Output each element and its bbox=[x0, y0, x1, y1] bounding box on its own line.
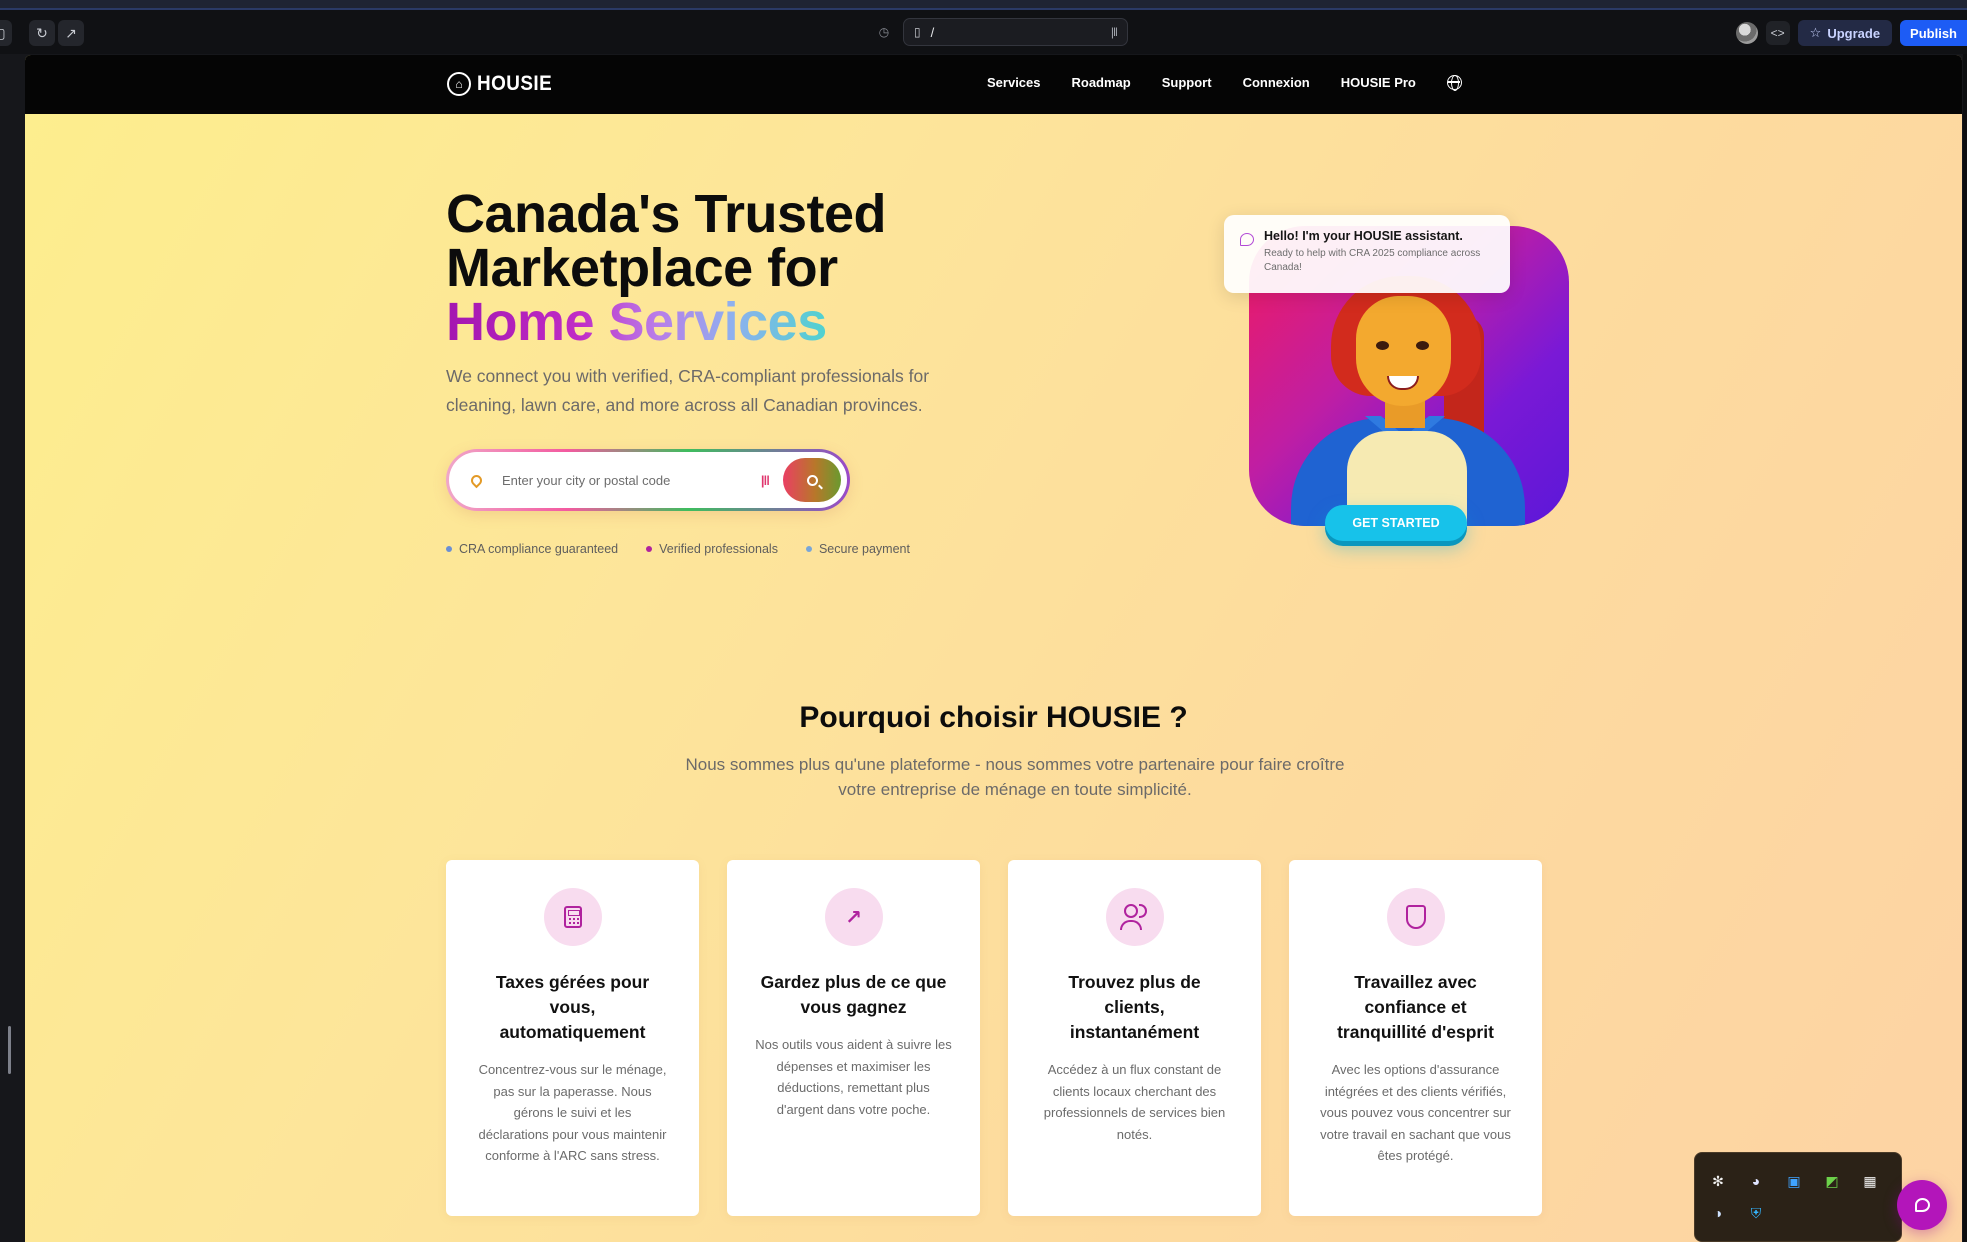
location-input[interactable] bbox=[502, 472, 761, 488]
editor-left-rail bbox=[0, 54, 24, 1242]
feature-card-clients: Trouvez plus de clients, instantanément … bbox=[1008, 860, 1261, 1216]
badge-label: Secure payment bbox=[818, 542, 910, 556]
chat-launcher-button[interactable] bbox=[1897, 1180, 1947, 1230]
user-avatar[interactable] bbox=[1735, 22, 1758, 44]
page-icon: ▯ bbox=[914, 25, 921, 39]
url-path: / bbox=[930, 24, 935, 40]
nav-support[interactable]: Support bbox=[1162, 75, 1212, 90]
search-button[interactable] bbox=[783, 458, 841, 502]
site-navbar: ⌂ HOUSIE Services Roadmap Support Connex… bbox=[25, 55, 1962, 114]
steam-icon[interactable]: ◑ bbox=[1709, 1204, 1727, 1222]
refresh-icon[interactable]: ↻ bbox=[29, 20, 55, 46]
hero-title-line1: Canada's Trusted bbox=[446, 184, 886, 244]
card-description: Avec les options d'assurance intégrées e… bbox=[1320, 1062, 1511, 1163]
trending-up-icon: ↗ bbox=[824, 888, 883, 946]
open-external-icon[interactable]: ↗ bbox=[58, 20, 84, 46]
assistant-title: Hello! I'm your HOUSIE assistant. bbox=[1264, 229, 1463, 243]
site-preview: ⌂ HOUSIE Services Roadmap Support Connex… bbox=[25, 55, 1962, 1242]
feature-card-confidence: Travaillez avec confiance et tranquillit… bbox=[1289, 860, 1542, 1216]
why-subtitle: Nous sommes plus qu'une plateforme - nou… bbox=[685, 755, 1345, 799]
card-title: Travaillez avec confiance et tranquillit… bbox=[1337, 972, 1494, 1042]
card-title: Taxes gérées pour vous, automatiquement bbox=[495, 972, 650, 1042]
split-view-icon[interactable]: |‖ bbox=[1111, 25, 1118, 39]
url-bar[interactable]: ▯ / |‖ bbox=[903, 18, 1128, 46]
app-window-icon[interactable]: ▣ bbox=[1785, 1172, 1803, 1190]
location-search: |‖ bbox=[446, 449, 850, 511]
card-description: Concentrez-vous sur le ménage, pas sur l… bbox=[478, 1062, 667, 1163]
nav-services[interactable]: Services bbox=[987, 75, 1041, 90]
card-title: Gardez plus de ce que vous gagnez bbox=[760, 972, 947, 1017]
assistant-message: Ready to help with CRA 2025 compliance a… bbox=[1264, 248, 1481, 273]
hero-title: Canada's Trusted Marketplace for Home Se… bbox=[446, 187, 966, 349]
url-area: ◷ ▯ / |‖ bbox=[875, 18, 1128, 46]
nav-roadmap[interactable]: Roadmap bbox=[1072, 75, 1131, 90]
badge-secure: Secure payment bbox=[805, 542, 910, 556]
globe-icon[interactable] bbox=[1446, 75, 1462, 91]
badge-verified: Verified professionals bbox=[646, 542, 778, 556]
upgrade-button[interactable]: ☆ Upgrade bbox=[1797, 20, 1893, 46]
card-title: Trouvez plus de clients, instantanément bbox=[1068, 972, 1201, 1042]
card-description: Accédez à un flux constant de clients lo… bbox=[1043, 1062, 1226, 1142]
chat-bubble-icon bbox=[1240, 233, 1254, 246]
feature-card-earnings: ↗ Gardez plus de ce que vous gagnez Nos … bbox=[727, 860, 980, 1216]
badge-cra: CRA compliance guaranteed bbox=[446, 542, 618, 556]
chat-icon bbox=[1914, 1198, 1930, 1212]
badge-dot bbox=[805, 546, 812, 552]
badge-label: Verified professionals bbox=[659, 542, 778, 556]
discord-icon[interactable]: ◕ bbox=[1747, 1172, 1765, 1190]
brand-name: HOUSIE bbox=[477, 72, 553, 95]
security-shield-icon[interactable]: ⛨ bbox=[1747, 1204, 1765, 1222]
rail-scroll-handle[interactable] bbox=[8, 1026, 11, 1074]
badge-dot bbox=[646, 546, 653, 552]
why-title: Pourquoi choisir HOUSIE ? bbox=[799, 701, 1188, 734]
code-icon[interactable]: <> bbox=[1765, 21, 1790, 45]
editor-right-rail bbox=[1963, 54, 1967, 1242]
hero-subtitle: We connect you with verified, CRA-compli… bbox=[446, 366, 930, 415]
publish-button[interactable]: Publish bbox=[1900, 20, 1967, 46]
hero-title-accent: Home Services bbox=[446, 292, 827, 352]
calculator-app-icon[interactable]: ▦ bbox=[1861, 1172, 1879, 1190]
search-box: |‖ bbox=[449, 452, 847, 508]
shield-icon bbox=[1386, 888, 1445, 946]
home-icon: ⌂ bbox=[447, 72, 471, 96]
star-icon: ☆ bbox=[1809, 25, 1822, 40]
voice-input-icon[interactable]: |‖ bbox=[761, 473, 770, 488]
nav-connexion[interactable]: Connexion bbox=[1243, 75, 1310, 90]
toolbar-actions: <> ☆ Upgrade Publish bbox=[1735, 20, 1967, 46]
users-icon bbox=[1105, 888, 1164, 946]
history-icon[interactable]: ◷ bbox=[875, 23, 893, 41]
editor-top-strip bbox=[0, 0, 1967, 10]
sparkle-icon[interactable]: ✻ bbox=[1709, 1172, 1727, 1190]
get-started-button[interactable]: GET STARTED bbox=[1325, 505, 1467, 541]
gpu-monitor-icon[interactable]: ◩ bbox=[1823, 1172, 1841, 1190]
nav-links: Services Roadmap Support Connexion HOUSI… bbox=[987, 75, 1462, 91]
upgrade-label: Upgrade bbox=[1827, 25, 1881, 41]
hero-title-line2: Marketplace for bbox=[446, 238, 838, 298]
feature-card-taxes: Taxes gérées pour vous, automatiquement … bbox=[446, 860, 699, 1216]
nav-housie-pro[interactable]: HOUSIE Pro bbox=[1341, 75, 1416, 90]
search-icon bbox=[806, 474, 818, 486]
trust-badges: CRA compliance guaranteed Verified profe… bbox=[446, 542, 910, 556]
sidebar-toggle-icon[interactable]: ▢ bbox=[0, 20, 12, 46]
editor-toolbar: ▢ ↻ ↗ ◷ ▯ / |‖ <> ☆ Upgrade Publish bbox=[0, 10, 1967, 54]
location-pin-icon bbox=[468, 472, 485, 488]
feature-cards: Taxes gérées pour vous, automatiquement … bbox=[446, 860, 1542, 1216]
system-tray-popup: ✻ ◕ ▣ ◩ ▦ ◑ ⛨ bbox=[1694, 1152, 1902, 1242]
calculator-icon bbox=[543, 888, 602, 946]
assistant-greeting-card: Hello! I'm your HOUSIE assistant. Ready … bbox=[1224, 215, 1510, 293]
badge-dot bbox=[446, 546, 452, 552]
badge-label: CRA compliance guaranteed bbox=[459, 542, 619, 556]
brand-logo[interactable]: ⌂ HOUSIE bbox=[447, 72, 561, 96]
card-description: Nos outils vous aident à suivre les dépe… bbox=[755, 1037, 952, 1117]
